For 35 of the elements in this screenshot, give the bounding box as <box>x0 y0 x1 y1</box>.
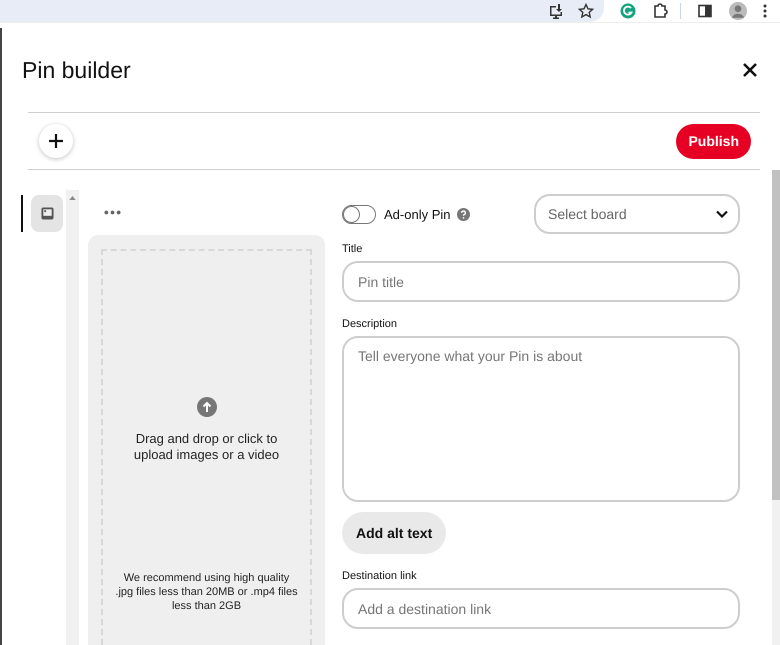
scrollbar[interactable] <box>772 170 780 645</box>
drop-zone[interactable]: Drag and drop or click to upload images or a video We recommend using high quality .jpg files less than 20MB or .mp4 files less than 2GB <box>101 249 312 645</box>
grammar-icon[interactable] <box>620 3 636 19</box>
side-panel-icon[interactable] <box>697 3 713 19</box>
upload-icon <box>196 397 216 417</box>
publish-button[interactable]: Publish <box>676 124 751 158</box>
text-area[interactable]: Tell everyone what your Pin is about <box>342 336 740 502</box>
upload-note: We recommend using high quality .jpg files less than 20MB or .mp4 files less than 2GB <box>114 571 299 613</box>
add-button[interactable] <box>39 124 73 158</box>
help-icon[interactable] <box>457 208 470 220</box>
chevron-down-icon <box>716 210 728 218</box>
alt-text-button[interactable]: Add alt text <box>342 512 446 554</box>
modal-title: Pin builder <box>22 56 131 84</box>
plus-icon <box>48 133 64 149</box>
star-icon[interactable] <box>578 3 594 19</box>
board-dropdown[interactable]: Select board <box>534 194 740 234</box>
ad-only-toggle[interactable] <box>342 204 376 224</box>
field-label: Title <box>342 243 362 255</box>
image-icon <box>40 207 54 220</box>
toggle-label: Ad-only Pin <box>384 206 450 222</box>
puzzle-icon[interactable] <box>652 3 668 19</box>
upload-prompt: Drag and drop or click to upload images or a video <box>132 431 280 463</box>
field-label: Description <box>342 318 398 330</box>
image-tab[interactable] <box>31 195 63 232</box>
field-label: Destination link <box>342 570 417 582</box>
dropdown-placeholder: Select board <box>548 206 627 222</box>
more-icon[interactable] <box>763 3 767 19</box>
scroll-up-icon[interactable] <box>69 196 76 200</box>
close-icon[interactable] <box>742 62 758 78</box>
input-field[interactable]: Pin title <box>342 261 740 302</box>
install-icon[interactable] <box>548 3 564 19</box>
avatar-icon[interactable] <box>729 2 747 20</box>
more-options-icon[interactable] <box>104 210 121 215</box>
input-field[interactable]: Add a destination link <box>342 588 740 629</box>
scrollbar[interactable] <box>66 190 79 645</box>
